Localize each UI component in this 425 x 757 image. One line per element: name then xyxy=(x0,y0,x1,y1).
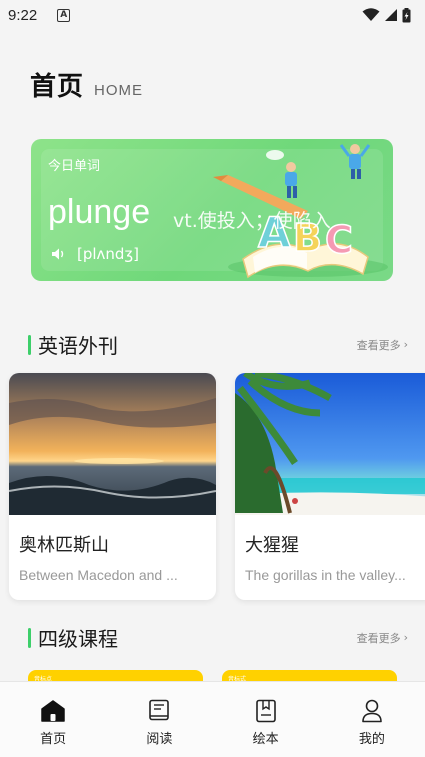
tab-label: 绘本 xyxy=(252,732,279,747)
article-description: The gorillas in the valley... xyxy=(245,567,406,583)
article-description: Between Macedon and ... xyxy=(19,567,178,583)
courses-section-header: 四级课程 查看更多 › xyxy=(28,623,408,652)
picture-book-icon xyxy=(253,698,279,724)
tab-profile[interactable]: 我的 xyxy=(319,682,425,757)
more-courses-link[interactable]: 查看更多 › xyxy=(357,630,408,646)
article-image-sunset xyxy=(9,373,216,515)
chevron-right-icon: › xyxy=(403,631,408,644)
section-title-magazine: 英语外刊 xyxy=(38,334,118,358)
magazine-section-header: 英语外刊 查看更多 › xyxy=(28,330,408,359)
section-accent-bar xyxy=(28,334,31,355)
tab-home[interactable]: 首页 xyxy=(0,682,106,757)
article-card[interactable]: 大猩猩 The gorillas in the valley... xyxy=(235,373,425,600)
section-accent-bar xyxy=(28,627,31,648)
tab-picture-book[interactable]: 绘本 xyxy=(213,682,319,757)
word-meaning: vt.使投入；使陷入 xyxy=(173,210,331,232)
word-of-the-day-card[interactable]: A B C 今日单词 plunge vt.使投入；使陷入 [plʌndʒ] xyxy=(31,139,393,281)
page-subtitle: HOME xyxy=(94,82,144,99)
more-magazine-link[interactable]: 查看更多 › xyxy=(357,337,408,353)
tab-label: 阅读 xyxy=(146,732,173,747)
status-time: 9:22 xyxy=(8,6,38,24)
page-title: 首页 xyxy=(30,72,85,102)
tab-reading[interactable]: 阅读 xyxy=(106,682,212,757)
status-icons xyxy=(362,7,411,23)
word-phonetic-row: [plʌndʒ] xyxy=(51,245,139,263)
section-title-courses: 四级课程 xyxy=(38,627,118,651)
signal-icon xyxy=(385,9,397,21)
bottom-tab-bar: 首页 阅读 绘本 我的 xyxy=(0,681,425,757)
chevron-right-icon: › xyxy=(403,338,408,351)
article-image-beach xyxy=(235,373,425,515)
home-icon xyxy=(40,698,66,724)
tab-label: 首页 xyxy=(40,732,67,747)
wifi-icon xyxy=(362,8,380,21)
word-label: 今日单词 xyxy=(48,159,101,174)
word-text: plunge xyxy=(48,193,151,231)
more-label: 查看更多 xyxy=(356,631,401,645)
article-title: 大猩猩 xyxy=(245,535,299,556)
word-phonetic: [plʌndʒ] xyxy=(77,245,139,263)
status-bar: 9:22 A xyxy=(0,0,425,30)
more-label: 查看更多 xyxy=(356,338,401,352)
article-card[interactable]: 奥林匹斯山 Between Macedon and ... xyxy=(9,373,216,600)
notification-a-icon: A xyxy=(57,8,71,22)
article-title: 奥林匹斯山 xyxy=(19,535,109,556)
speaker-icon[interactable] xyxy=(51,247,67,261)
page-header: 首页 HOME xyxy=(30,66,143,103)
battery-icon xyxy=(402,7,411,22)
book-icon xyxy=(146,698,172,724)
tab-label: 我的 xyxy=(358,732,385,747)
user-icon xyxy=(359,698,385,724)
